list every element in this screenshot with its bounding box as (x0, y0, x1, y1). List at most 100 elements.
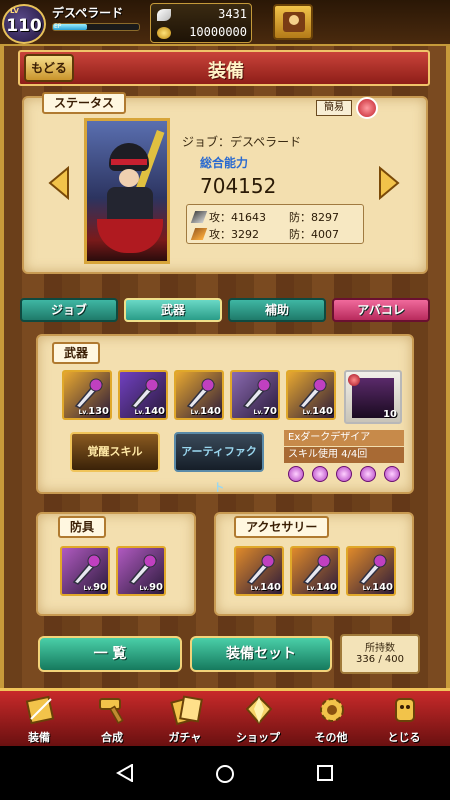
nav-equip[interactable]: 装備 (3, 691, 75, 749)
gear-icon (320, 698, 344, 722)
weapon-card[interactable]: Lv.140 (286, 370, 336, 420)
power-label: 総合能力 (200, 156, 249, 170)
currency-box: 3431 10000000 (150, 3, 252, 43)
item-count-value: 336 / 400 (356, 654, 404, 665)
portrait-hat (109, 143, 149, 171)
system-nav-bar (0, 746, 450, 800)
menu-button[interactable] (273, 4, 313, 40)
nav-shop[interactable]: ショップ (222, 691, 294, 749)
skill-orb-icon (312, 466, 328, 482)
physical-defense: 防：8297 (289, 211, 339, 224)
nav-close-label: とじる (387, 731, 421, 744)
home-circle-icon[interactable] (215, 764, 235, 784)
back-button[interactable]: もどる (24, 54, 74, 82)
accessory-card[interactable]: Lv.140 (290, 546, 340, 596)
recents-square-icon[interactable] (316, 764, 334, 782)
item-level: Lv.140 (134, 406, 165, 417)
item-level-value: 70 (263, 406, 277, 417)
portrait-face (119, 169, 139, 187)
item-level: Lv.90 (139, 582, 163, 593)
armor-card[interactable]: Lv.90 (60, 546, 110, 596)
nav-synthesis-label: 合成 (101, 731, 123, 744)
armor-icon (128, 554, 158, 585)
accessory-icon (246, 554, 276, 585)
simple-view-label[interactable]: 簡易 (316, 100, 352, 116)
feather-count: 3431 (218, 7, 247, 21)
item-level-value: 140 (316, 582, 337, 593)
character-portrait[interactable] (84, 118, 170, 264)
item-level-value: 140 (312, 406, 333, 417)
shop-crystal-icon (245, 695, 273, 725)
item-level: Lv.130 (78, 406, 109, 417)
item-level: Lv.90 (83, 582, 107, 593)
bottom-nav: 装備 合成 ガチャ ショップ その他 とじる (0, 688, 450, 746)
nav-synthesis[interactable]: 合成 (76, 691, 148, 749)
level-tag: LV (10, 7, 19, 15)
item-level: Lv.70 (253, 406, 277, 417)
ex-weapon-level: 10 (383, 409, 397, 420)
accessory-icon (358, 554, 388, 585)
top-status-bar: LV 110 デスペラード EP 3431 10000000 (0, 0, 450, 46)
item-count-title: 所持数 (365, 643, 395, 654)
tab-weapon[interactable]: 武器 (124, 298, 222, 322)
nav-other-label: その他 (314, 731, 348, 744)
physical-attack: 攻：41643 (209, 211, 266, 224)
scythe-icon (130, 378, 160, 409)
accessory-icon (302, 554, 332, 585)
tab-support[interactable]: 補助 (228, 298, 326, 322)
item-level: Lv.140 (302, 406, 333, 417)
portrait-hatband (111, 159, 147, 165)
gacha-icon (170, 695, 203, 725)
list-button[interactable]: 一 覧 (38, 636, 182, 672)
accessory-card[interactable]: Lv.140 (346, 546, 396, 596)
power-value: 704152 (200, 174, 277, 198)
skill-orb-icon (288, 466, 304, 482)
nav-shop-label: ショップ (236, 731, 280, 744)
item-level-value: 130 (88, 406, 109, 417)
level-badge: LV 110 (2, 4, 46, 44)
item-level-value: 140 (200, 406, 221, 417)
magic-stat-row: 攻：3292 防：4007 (190, 226, 363, 242)
tab-avatar-collection[interactable]: アバコレ (332, 298, 430, 322)
bow-icon (242, 378, 272, 409)
axe-icon (186, 378, 216, 409)
skill-orb-icon (384, 466, 400, 482)
ex-weapon-name: Exダークデザイア (284, 430, 404, 446)
coin-icon (157, 27, 171, 39)
nav-other[interactable]: その他 (295, 691, 367, 749)
weapon-card[interactable]: Lv.140 (174, 370, 224, 420)
nav-equip-label: 装備 (28, 731, 50, 744)
book-face-icon (283, 12, 305, 32)
equipment-set-button[interactable]: 装備セット (190, 636, 332, 672)
magic-defense: 防：4007 (289, 228, 339, 241)
prev-character-arrow-icon[interactable] (48, 166, 70, 200)
weapon-card[interactable]: Lv.130 (62, 370, 112, 420)
accessory-card[interactable]: Lv.140 (234, 546, 284, 596)
status-section-label: ステータス (42, 92, 127, 114)
artifact-button[interactable]: アーティファクト (174, 432, 264, 494)
stat-box: 攻：41643 防：8297 攻：3292 防：4007 (186, 204, 364, 244)
equip-icon (25, 695, 55, 725)
item-level: Lv.140 (190, 406, 221, 417)
tab-job[interactable]: ジョブ (20, 298, 118, 322)
weapon-card[interactable]: Lv.70 (230, 370, 280, 420)
exp-bar (52, 23, 140, 31)
nav-gacha[interactable]: ガチャ (149, 691, 221, 749)
accessory-section-label: アクセサリー (234, 516, 330, 538)
awaken-skill-button[interactable]: 覚醒スキル (70, 432, 160, 472)
armor-card[interactable]: Lv.90 (116, 546, 166, 596)
simple-view-toggle[interactable] (356, 97, 378, 119)
armor-section-label: 防具 (58, 516, 107, 538)
nav-close[interactable]: とじる (368, 691, 440, 749)
weapon-card[interactable]: Lv.140 (118, 370, 168, 420)
feather-icon (157, 9, 171, 21)
next-character-arrow-icon[interactable] (378, 166, 400, 200)
feather-row: 3431 (155, 7, 249, 23)
item-level-value: 140 (260, 582, 281, 593)
coin-count: 10000000 (189, 25, 247, 39)
physical-stat-row: 攻：41643 防：8297 (190, 209, 363, 225)
sword-icon (190, 211, 208, 223)
ex-weapon-card[interactable]: 10 (344, 370, 402, 424)
back-triangle-icon[interactable] (116, 764, 134, 782)
sword-icon (298, 378, 328, 409)
